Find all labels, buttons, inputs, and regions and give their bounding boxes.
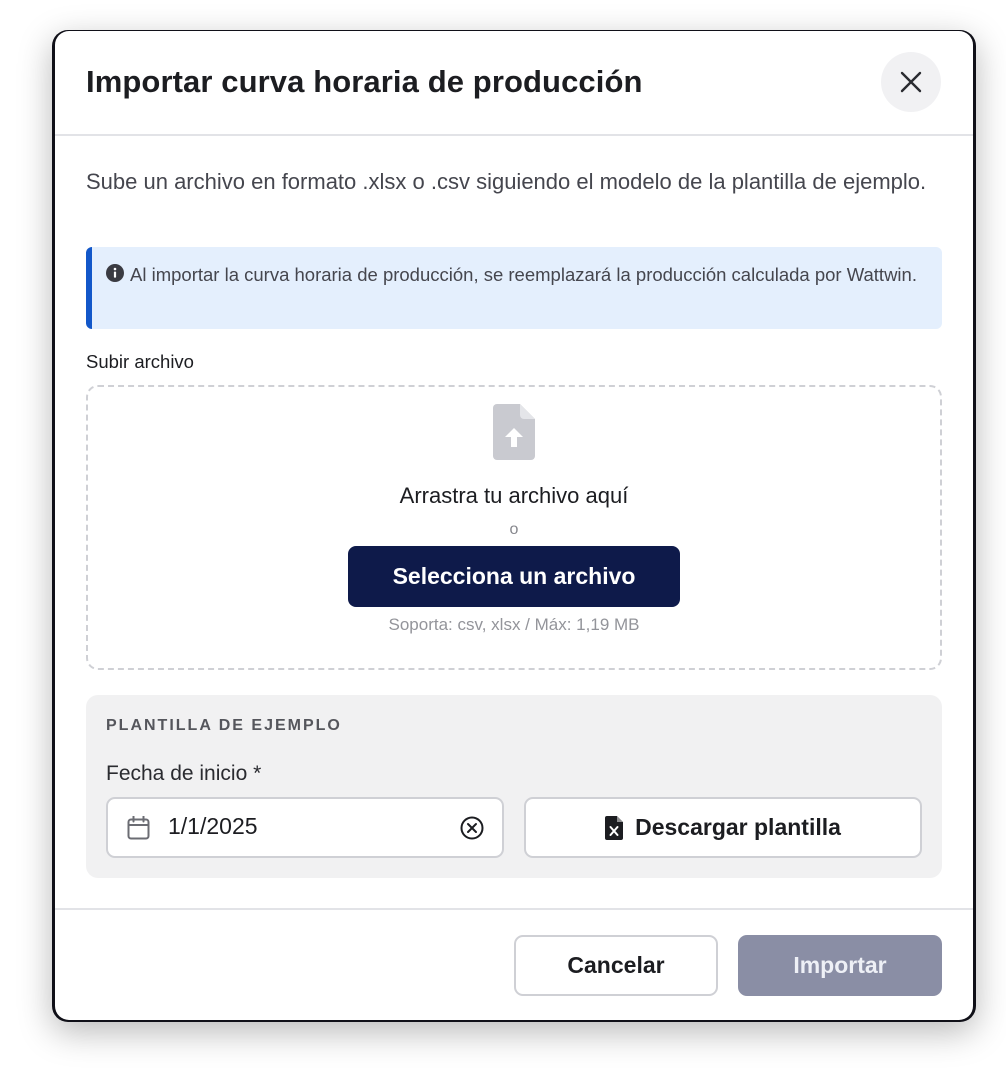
import-button[interactable]: Importar [738,935,942,996]
upload-label: Subir archivo [86,351,194,372]
select-file-button[interactable]: Selecciona un archivo [348,546,680,607]
info-alert: Al importar la curva horaria de producci… [86,247,942,329]
file-upload-icon [493,404,535,460]
start-date-value: 1/1/2025 [168,813,258,839]
start-date-label: Fecha de inicio * [106,762,262,785]
dialog-header: Importar curva horaria de producción [55,31,973,136]
cancel-button[interactable]: Cancelar [514,935,718,996]
template-panel: PLANTILLA DE EJEMPLO Fecha de inicio * 1… [86,695,942,878]
close-button[interactable] [881,52,941,112]
footer-divider [55,908,973,910]
excel-file-icon [605,815,624,840]
download-template-button[interactable]: Descargar plantilla [524,797,922,858]
template-section-title: PLANTILLA DE EJEMPLO [106,717,342,734]
start-date-field[interactable]: 1/1/2025 [106,797,504,858]
info-icon [106,264,124,282]
download-template-label: Descargar plantilla [635,814,841,840]
dialog-description: Sube un archivo en formato .xlsx o .csv … [86,169,927,194]
or-separator: o [509,521,519,538]
clear-icon[interactable] [460,816,484,840]
drag-text: Arrastra tu archivo aquí [399,483,629,508]
file-dropzone[interactable]: Arrastra tu archivo aquí o Selecciona un… [86,385,942,670]
import-dialog: Importar curva horaria de producción Sub… [55,31,973,1020]
calendar-icon [127,816,150,840]
close-icon [900,71,922,93]
support-text: Soporta: csv, xlsx / Máx: 1,19 MB [388,615,640,634]
dialog-title: Importar curva horaria de producción [86,64,643,99]
info-alert-text: Al importar la curva horaria de producci… [130,264,917,285]
